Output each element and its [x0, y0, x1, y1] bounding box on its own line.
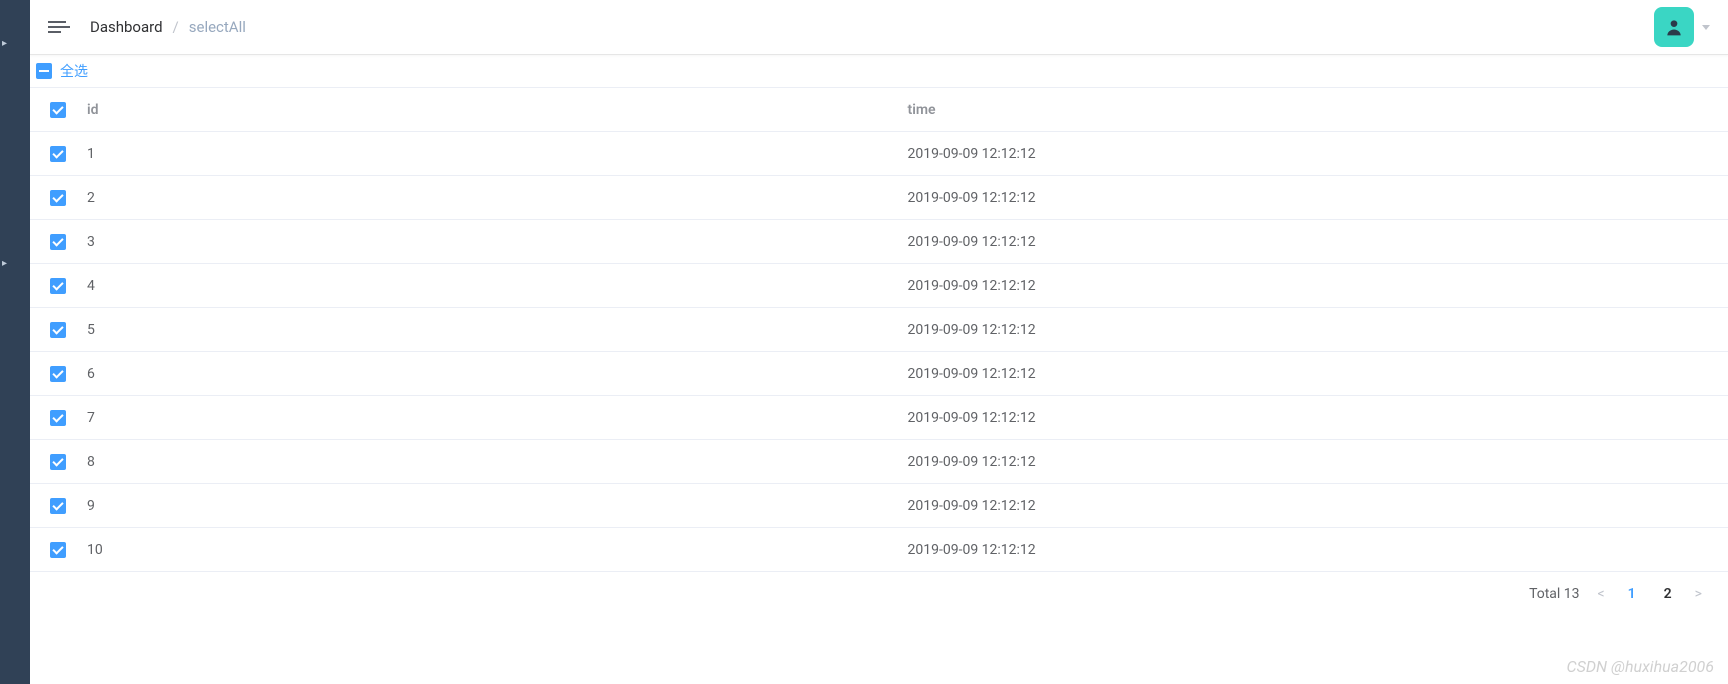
cell-id: 10	[85, 542, 908, 558]
cell-time: 2019-09-09 12:12:12	[908, 542, 1728, 558]
row-checkbox[interactable]	[50, 366, 66, 382]
breadcrumb-root[interactable]: Dashboard	[90, 18, 163, 36]
column-header-id[interactable]: id	[85, 102, 908, 118]
chevron-right-icon: ▸	[2, 258, 7, 269]
sidebar-collapsed[interactable]: ▸ ▸	[0, 0, 30, 684]
row-checkbox[interactable]	[50, 498, 66, 514]
row-checkbox[interactable]	[50, 322, 66, 338]
column-header-time[interactable]: time	[908, 102, 1728, 118]
chevron-down-icon[interactable]	[1702, 25, 1710, 30]
table-row[interactable]: 72019-09-09 12:12:12	[30, 396, 1728, 440]
pagination-page[interactable]: 1	[1623, 586, 1641, 602]
cell-time: 2019-09-09 12:12:12	[908, 278, 1728, 294]
cell-time: 2019-09-09 12:12:12	[908, 454, 1728, 470]
table-row[interactable]: 42019-09-09 12:12:12	[30, 264, 1728, 308]
cell-id: 4	[85, 278, 908, 294]
cell-id: 9	[85, 498, 908, 514]
select-all-checkbox[interactable]	[36, 63, 52, 79]
breadcrumb-separator: /	[173, 18, 179, 36]
user-avatar-icon	[1664, 17, 1684, 37]
row-checkbox[interactable]	[50, 190, 66, 206]
pagination-total: Total 13	[1529, 586, 1579, 602]
hamburger-icon[interactable]	[48, 16, 70, 38]
cell-time: 2019-09-09 12:12:12	[908, 498, 1728, 514]
select-all-row: 全选	[30, 55, 1728, 87]
table-row[interactable]: 62019-09-09 12:12:12	[30, 352, 1728, 396]
table-header-row: id time	[30, 88, 1728, 132]
pagination-page[interactable]: 2	[1659, 586, 1677, 602]
row-checkbox[interactable]	[50, 146, 66, 162]
pagination-next[interactable]: >	[1691, 586, 1706, 602]
table-row[interactable]: 52019-09-09 12:12:12	[30, 308, 1728, 352]
row-checkbox[interactable]	[50, 278, 66, 294]
cell-id: 8	[85, 454, 908, 470]
top-navbar: Dashboard / selectAll	[30, 0, 1728, 55]
content-area: 全选 id time 12019-09-09 12:12:1222019-09-…	[30, 55, 1728, 684]
avatar[interactable]	[1654, 7, 1694, 47]
cell-time: 2019-09-09 12:12:12	[908, 410, 1728, 426]
row-checkbox[interactable]	[50, 454, 66, 470]
table-row[interactable]: 82019-09-09 12:12:12	[30, 440, 1728, 484]
data-table: id time 12019-09-09 12:12:1222019-09-09 …	[30, 87, 1728, 572]
cell-id: 6	[85, 366, 908, 382]
cell-time: 2019-09-09 12:12:12	[908, 190, 1728, 206]
cell-id: 3	[85, 234, 908, 250]
breadcrumb: Dashboard / selectAll	[90, 18, 246, 36]
cell-id: 7	[85, 410, 908, 426]
table-row[interactable]: 12019-09-09 12:12:12	[30, 132, 1728, 176]
row-checkbox[interactable]	[50, 234, 66, 250]
row-checkbox[interactable]	[50, 410, 66, 426]
row-checkbox[interactable]	[50, 542, 66, 558]
cell-time: 2019-09-09 12:12:12	[908, 146, 1728, 162]
cell-id: 1	[85, 146, 908, 162]
cell-time: 2019-09-09 12:12:12	[908, 366, 1728, 382]
cell-time: 2019-09-09 12:12:12	[908, 322, 1728, 338]
cell-id: 2	[85, 190, 908, 206]
table-row[interactable]: 32019-09-09 12:12:12	[30, 220, 1728, 264]
header-checkbox[interactable]	[50, 102, 66, 118]
pagination: Total 13 < 1 2 >	[30, 572, 1728, 612]
chevron-right-icon: ▸	[2, 38, 7, 49]
pagination-prev[interactable]: <	[1594, 586, 1609, 602]
table-row[interactable]: 102019-09-09 12:12:12	[30, 528, 1728, 572]
select-all-label[interactable]: 全选	[60, 61, 88, 81]
table-row[interactable]: 92019-09-09 12:12:12	[30, 484, 1728, 528]
breadcrumb-current: selectAll	[189, 18, 246, 36]
cell-time: 2019-09-09 12:12:12	[908, 234, 1728, 250]
table-row[interactable]: 22019-09-09 12:12:12	[30, 176, 1728, 220]
cell-id: 5	[85, 322, 908, 338]
